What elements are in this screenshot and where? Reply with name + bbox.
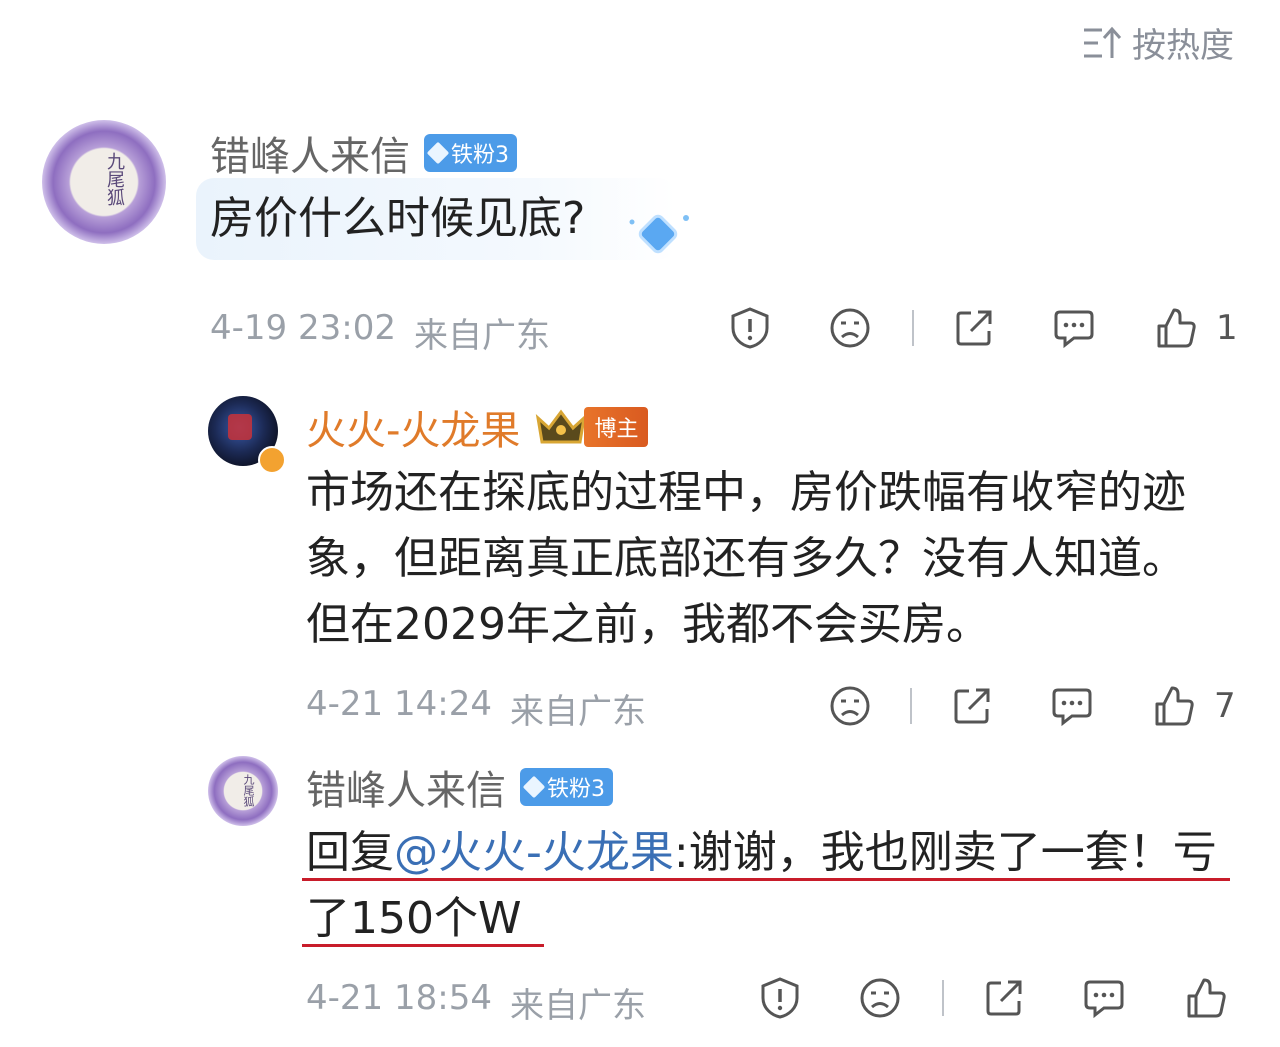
comment-author[interactable]: 错峰人来信 铁粉3 [210, 124, 517, 182]
avatar[interactable]: 九尾狐 [42, 120, 166, 244]
comment-icon[interactable] [1082, 977, 1126, 1019]
crown-icon [534, 406, 588, 448]
thumbs-up-icon [1184, 976, 1228, 1020]
username[interactable]: 错峰人来信 [210, 124, 410, 182]
comment-icon[interactable] [1052, 307, 1096, 349]
timestamp: 4-19 23:02 [210, 308, 396, 348]
comment-text: 市场还在探底的过程中，房价跌幅有收窄的迹 象，但距离真正底部还有多久？没有人知道… [306, 460, 1186, 658]
comment-icon[interactable] [1050, 685, 1094, 727]
diamond-decoration-icon [626, 208, 696, 268]
dislike-face-icon[interactable] [852, 977, 908, 1019]
username[interactable]: 错峰人来信 [306, 758, 506, 816]
comment-meta: 4-21 14:24 来自广东 [306, 684, 646, 733]
avatar[interactable] [208, 396, 286, 474]
diamond-icon [426, 141, 450, 165]
sort-icon [1082, 26, 1122, 60]
action-bar [756, 976, 1228, 1020]
action-bar: 1 [726, 306, 1238, 350]
reply-prefix: 回复 [306, 827, 394, 878]
badge-label: 铁粉3 [451, 143, 509, 168]
thumbs-up-icon [1154, 306, 1198, 350]
thumbs-up-icon [1152, 684, 1196, 728]
action-bar: 7 [826, 684, 1236, 728]
comment-author[interactable]: 错峰人来信 铁粉3 [306, 758, 613, 816]
share-icon[interactable] [952, 307, 996, 349]
username[interactable]: 火火-火龙果 [306, 398, 520, 456]
like-button[interactable]: 7 [1152, 684, 1236, 728]
fan-badge[interactable]: 铁粉3 [520, 768, 613, 806]
dislike-face-icon[interactable] [822, 307, 878, 349]
like-button[interactable]: 1 [1154, 306, 1238, 350]
dislike-face-icon[interactable] [826, 685, 874, 727]
divider [910, 688, 912, 724]
report-icon[interactable] [726, 306, 774, 350]
like-count: 1 [1216, 308, 1238, 348]
badge-label: 博主 [584, 407, 649, 447]
divider [942, 980, 944, 1016]
sort-label: 按热度 [1132, 26, 1234, 66]
reply-text: 了150个W [306, 893, 522, 944]
avatar-text: 九尾狐 [242, 774, 255, 807]
location: 来自广东 [509, 986, 646, 1026]
diamond-icon [522, 775, 546, 799]
timestamp: 4-21 18:54 [306, 978, 492, 1018]
timestamp: 4-21 14:24 [306, 684, 492, 724]
share-icon[interactable] [982, 977, 1026, 1019]
verified-icon [258, 446, 286, 474]
comment-text: 回复@火火-火龙果:谢谢，我也刚卖了一套！亏 了150个W [306, 820, 1217, 952]
comment-meta: 4-19 23:02 来自广东 [210, 308, 550, 357]
text-line: 市场还在探底的过程中，房价跌幅有收窄的迹 [306, 467, 1186, 518]
reply-text: :谢谢，我也刚卖了一套！亏 [673, 827, 1217, 878]
avatar-text: 九尾狐 [104, 152, 125, 206]
like-count: 7 [1214, 686, 1236, 726]
blogger-badge: 博主 [534, 406, 649, 448]
like-button[interactable] [1184, 976, 1228, 1020]
sort-by-heat-button[interactable]: 按热度 [1082, 18, 1234, 67]
fan-badge[interactable]: 铁粉3 [424, 134, 517, 172]
red-underline [302, 878, 1230, 881]
location: 来自广东 [413, 316, 550, 356]
mention-link[interactable]: @火火-火龙果 [394, 827, 674, 878]
location: 来自广东 [509, 692, 646, 732]
comment-text: 房价什么时候见底? [210, 193, 586, 244]
share-icon[interactable] [950, 685, 994, 727]
divider [912, 310, 914, 346]
red-underline [302, 944, 544, 947]
text-line: 象，但距离真正底部还有多久？没有人知道。 [306, 533, 1186, 584]
badge-label: 铁粉3 [547, 777, 605, 802]
comment-author[interactable]: 火火-火龙果 博主 [306, 398, 649, 456]
report-icon[interactable] [756, 976, 804, 1020]
comment-meta: 4-21 18:54 来自广东 [306, 978, 646, 1027]
text-line: 但在2029年之前，我都不会买房。 [306, 599, 990, 650]
avatar[interactable]: 九尾狐 [208, 756, 278, 826]
